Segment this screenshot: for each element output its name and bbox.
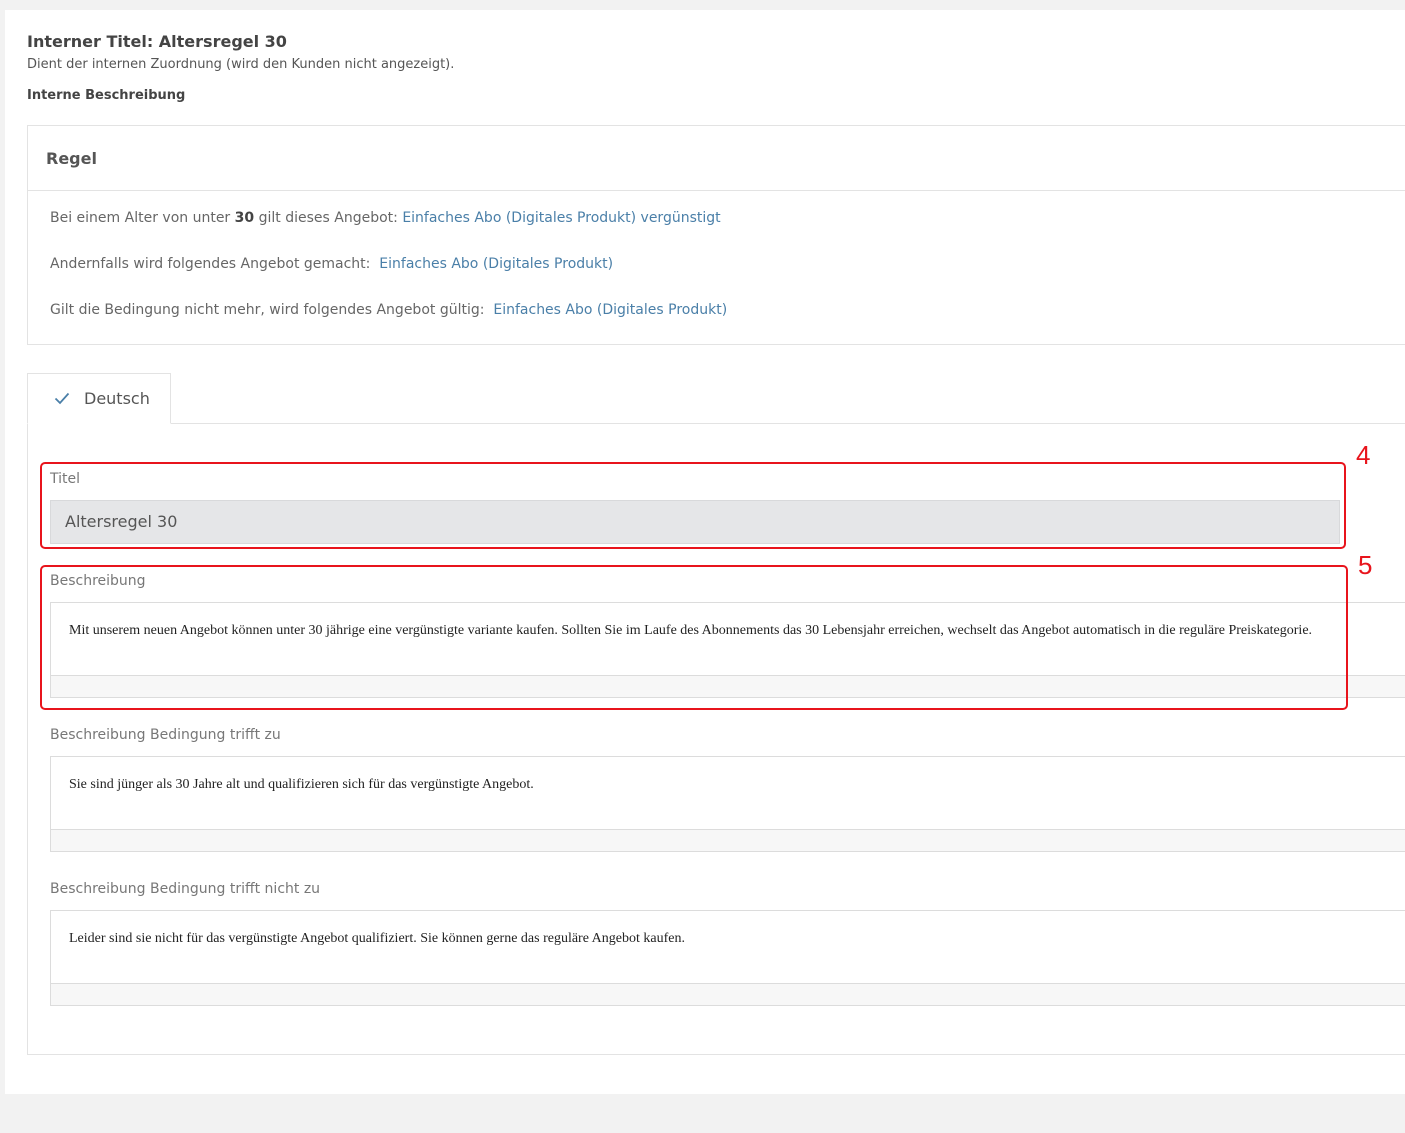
cond-false-label: Beschreibung Bedingung trifft nicht zu bbox=[50, 881, 321, 897]
rule-line-age: Bei einem Alter von unter 30 gilt dieses… bbox=[50, 210, 721, 226]
cond-false-text: Leider sind sie nicht für das vergünstig… bbox=[69, 931, 685, 946]
offer-link-discounted[interactable]: Einfaches Abo (Digitales Produkt) vergün… bbox=[402, 210, 720, 226]
rule-heading: Regel bbox=[28, 126, 1405, 191]
cond-false-editor[interactable]: Leider sind sie nicht für das vergünstig… bbox=[50, 910, 1405, 1006]
editor-statusbar bbox=[51, 829, 1405, 851]
editor-statusbar bbox=[51, 983, 1405, 1005]
rule-line-expired: Gilt die Bedingung nicht mehr, wird folg… bbox=[50, 302, 728, 318]
offer-link-expired[interactable]: Einfaches Abo (Digitales Produkt) bbox=[493, 302, 727, 318]
rule-panel: Regel Bei einem Alter von unter 30 gilt … bbox=[27, 125, 1405, 345]
cond-true-text: Sie sind jünger als 30 Jahre alt und qua… bbox=[69, 777, 534, 792]
tab-label: Deutsch bbox=[84, 389, 150, 408]
cond-true-label: Beschreibung Bedingung trifft zu bbox=[50, 727, 281, 743]
annotation-box-5 bbox=[40, 565, 1348, 710]
annotation-number-4: 4 bbox=[1356, 440, 1371, 470]
checkmark-icon bbox=[54, 392, 70, 405]
cond-true-editor[interactable]: Sie sind jünger als 30 Jahre alt und qua… bbox=[50, 756, 1405, 852]
rule-age-value: 30 bbox=[234, 210, 255, 226]
tab-deutsch[interactable]: Deutsch bbox=[27, 373, 171, 424]
offer-link-otherwise[interactable]: Einfaches Abo (Digitales Produkt) bbox=[379, 256, 613, 272]
annotation-box-4 bbox=[40, 462, 1346, 549]
rule-line-otherwise: Andernfalls wird folgendes Angebot gemac… bbox=[50, 256, 614, 272]
page-panel: Interner Titel: Altersregel 30 Dient der… bbox=[5, 10, 1405, 1094]
annotation-number-5: 5 bbox=[1358, 550, 1373, 580]
internal-description-label: Interne Beschreibung bbox=[27, 88, 186, 103]
internal-title: Interner Titel: Altersregel 30 bbox=[27, 32, 287, 51]
internal-title-hint: Dient der internen Zuordnung (wird den K… bbox=[27, 57, 455, 72]
